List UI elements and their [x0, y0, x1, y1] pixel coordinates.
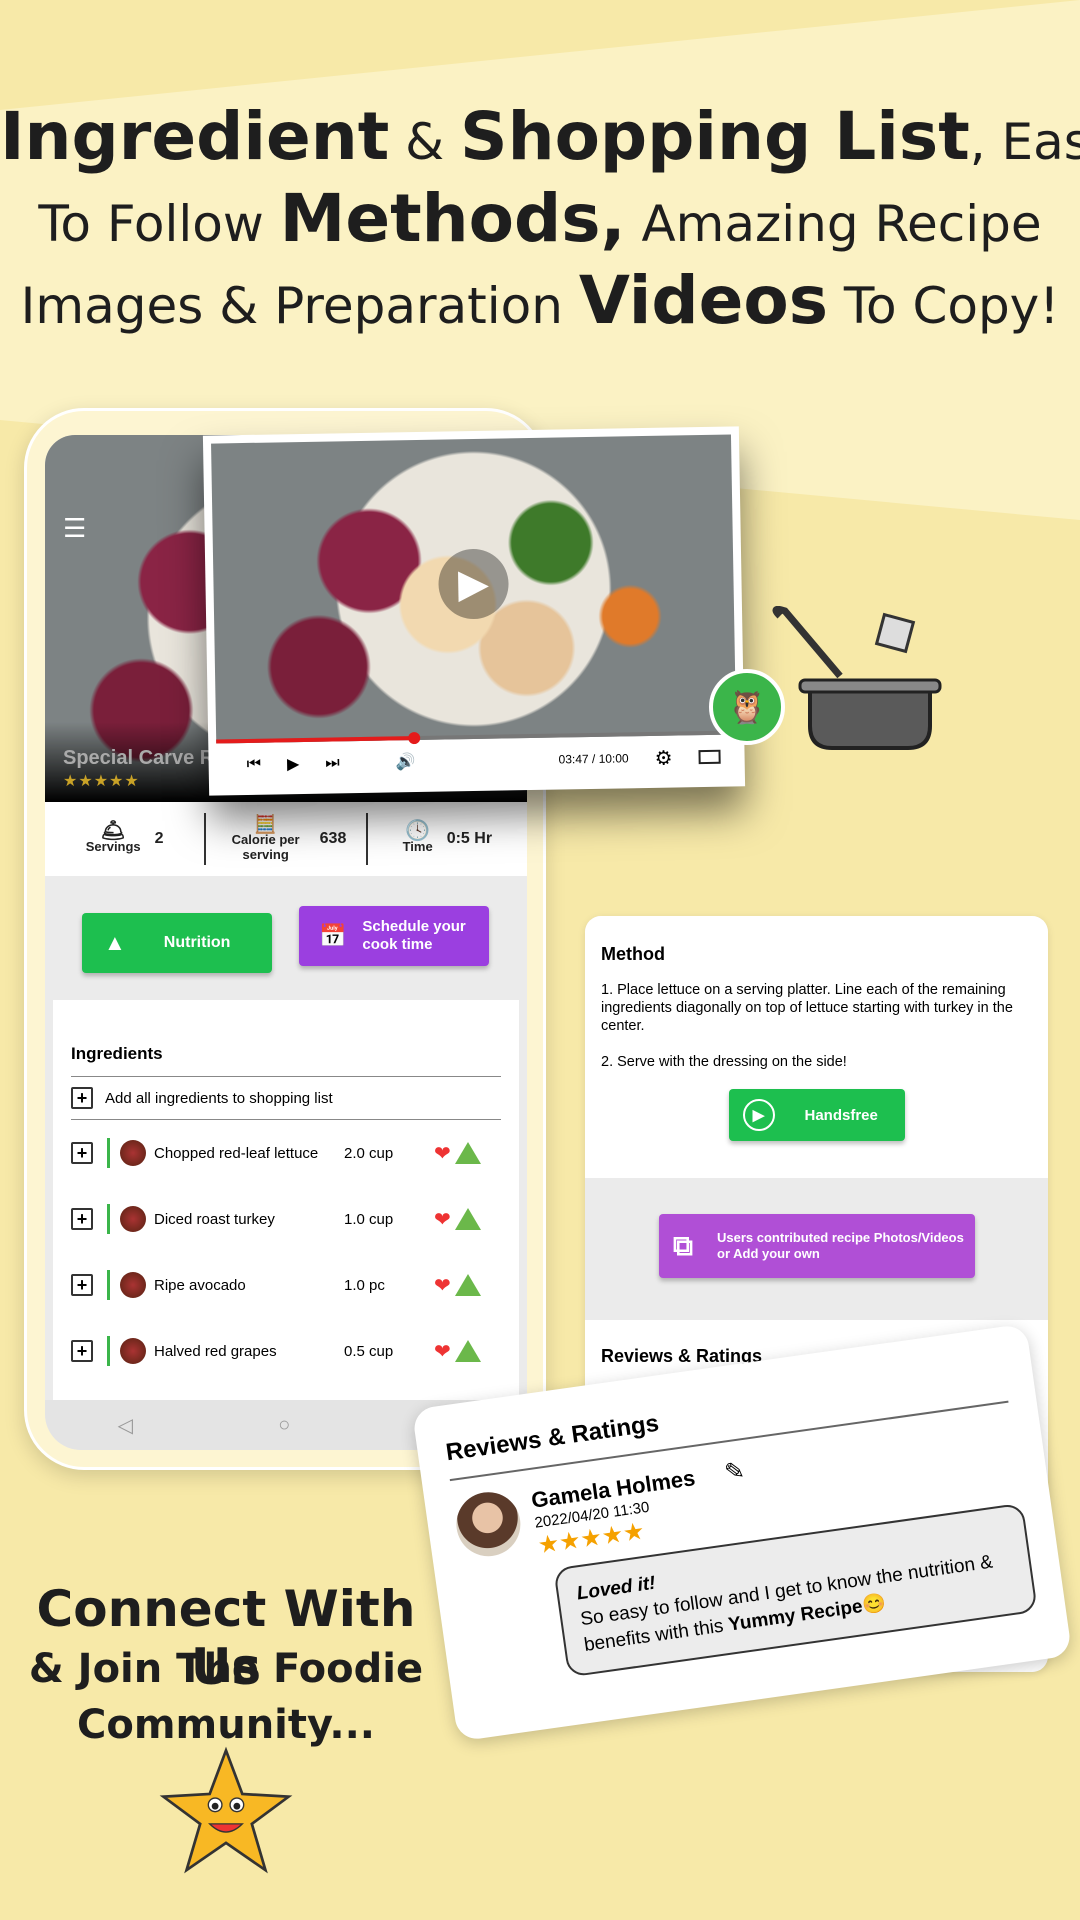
connect-line-3: Community...	[77, 1702, 375, 1748]
method-title: Method	[601, 944, 665, 964]
calorie-value: 638	[319, 830, 347, 847]
calorie-label: Calorie per serving	[231, 831, 300, 862]
nutrition-pyramid-icon[interactable]	[454, 1142, 481, 1164]
ingredient-row: + Ripe avocado 1.0 pc ❤	[71, 1252, 501, 1318]
nutrition-pyramid-icon[interactable]	[454, 1208, 481, 1230]
ingredient-name: Ripe avocado	[154, 1276, 246, 1294]
ingredient-thumbnail	[120, 1140, 146, 1166]
nutrition-button[interactable]: ▲ Nutrition	[82, 913, 272, 973]
connect-line-2: & Join The Foodie	[28, 1646, 424, 1692]
home-icon[interactable]: ○	[278, 1414, 290, 1437]
edit-pencil-icon[interactable]: ✎	[723, 1456, 747, 1488]
servings-value: 2	[154, 830, 164, 847]
calendar-clock-icon: 📅	[319, 923, 347, 948]
handsfree-button[interactable]: ▶ Handsfree	[728, 1089, 905, 1141]
smile-emoji-icon: 😊	[860, 1592, 888, 1617]
video-controls: ⏮ ▶ ⏭ 🔊 03:47 / 10:00 ⚙	[216, 734, 737, 787]
calculator-icon: 🧮	[254, 813, 277, 834]
method-step-1: 1. Place lettuce on a serving platter. L…	[601, 982, 1013, 1034]
heart-health-icon[interactable]: ❤	[434, 1339, 451, 1364]
cooking-pot-icon	[772, 606, 942, 750]
heart-health-icon[interactable]: ❤	[434, 1207, 451, 1232]
method-step-2: 2. Serve with the dressing on the side!	[601, 1054, 847, 1070]
recipe-title: Special Carve Ro	[63, 747, 227, 769]
fullscreen-icon[interactable]	[698, 749, 721, 765]
ingredient-thumbnail	[120, 1338, 146, 1364]
divider	[107, 1336, 110, 1366]
ingredient-row: + Halved red grapes 0.5 cup ❤	[71, 1318, 501, 1384]
skip-forward-icon[interactable]: ⏭	[325, 754, 340, 772]
reviewer-avatar	[452, 1488, 525, 1561]
plus-box-icon: +	[71, 1087, 93, 1109]
nutrition-pyramid-icon[interactable]	[454, 1274, 481, 1296]
ingredient-quantity: 0.5 cup	[344, 1342, 394, 1360]
divider	[107, 1204, 110, 1234]
add-all-to-shopping-list[interactable]: + Add all ingredients to shopping list	[71, 1077, 501, 1120]
heart-health-icon[interactable]: ❤	[434, 1141, 451, 1166]
play-icon[interactable]: ▶	[287, 754, 300, 774]
video-time: 03:47 / 10:00	[558, 751, 629, 767]
volume-icon[interactable]: 🔊	[396, 752, 416, 772]
add-ingredient-icon[interactable]: +	[71, 1340, 93, 1362]
servings-label: Servings	[85, 839, 141, 854]
cloche-icon: 🛎	[100, 820, 126, 842]
ingredient-row: + Chopped red-leaf lettuce 2.0 cup ❤	[71, 1120, 501, 1186]
divider	[107, 1270, 110, 1300]
settings-gear-icon[interactable]: ⚙	[654, 745, 672, 770]
play-circle-icon: ▶	[742, 1099, 775, 1131]
ingredient-quantity: 1.0 pc	[344, 1276, 385, 1294]
add-ingredient-icon[interactable]: +	[71, 1274, 93, 1296]
recipe-stats: 🛎 Servings 2 🧮 Calorie per serving 638 🕓 Time…	[45, 802, 527, 876]
pyramid-icon: ▲	[104, 930, 126, 955]
add-ingredient-icon[interactable]: +	[71, 1142, 93, 1164]
headline-line-3: Images & Preparation Videos To Copy!	[20, 262, 1060, 339]
skip-back-icon[interactable]: ⏮	[246, 756, 261, 774]
hamburger-menu-icon[interactable]: ☰	[63, 513, 86, 544]
ingredient-quantity: 1.0 cup	[344, 1210, 394, 1228]
ingredient-name: Diced roast turkey	[154, 1210, 275, 1228]
ingredient-name: Chopped red-leaf lettuce	[154, 1144, 319, 1162]
nutrition-pyramid-icon[interactable]	[454, 1340, 481, 1362]
schedule-cook-time-button[interactable]: 📅 Schedule your cook time	[299, 906, 489, 966]
ingredient-thumbnail	[120, 1272, 146, 1298]
ingredients-title: Ingredients	[71, 1044, 501, 1077]
ingredients-card: Ingredients + Add all ingredients to shop…	[53, 1000, 519, 1420]
heart-health-icon[interactable]: ❤	[434, 1273, 451, 1298]
headline-line-1: Ingredient & Shopping List, Easy	[0, 98, 1080, 175]
divider	[107, 1138, 110, 1168]
smiling-star-mascot-icon	[159, 1746, 293, 1874]
ingredient-row: + Diced roast turkey 1.0 cup ❤	[71, 1186, 501, 1252]
video-frame[interactable]: ▶	[211, 434, 737, 744]
time-value: 0:5 Hr	[446, 830, 493, 847]
back-icon[interactable]: ◁	[118, 1413, 133, 1438]
video-player: ▶ ⏮ ▶ ⏭ 🔊 03:47 / 10:00 ⚙	[202, 426, 746, 796]
gallery-icon: ⧉	[673, 1230, 693, 1261]
user-contributed-photos-button[interactable]: ⧉ Users contributed recipe Photos/Videos …	[659, 1214, 975, 1278]
headline-line-2: To Follow Methods, Amazing Recipe	[38, 180, 1042, 257]
recipe-rating-stars: ★★★★★	[63, 773, 140, 790]
ingredient-name: Halved red grapes	[154, 1342, 277, 1360]
play-overlay-icon[interactable]: ▶	[437, 548, 510, 620]
clock-icon: 🕓	[405, 820, 431, 842]
ingredient-thumbnail	[120, 1206, 146, 1232]
time-label: Time	[402, 839, 433, 854]
ingredient-quantity: 2.0 cup	[344, 1144, 394, 1162]
add-ingredient-icon[interactable]: +	[71, 1208, 93, 1230]
